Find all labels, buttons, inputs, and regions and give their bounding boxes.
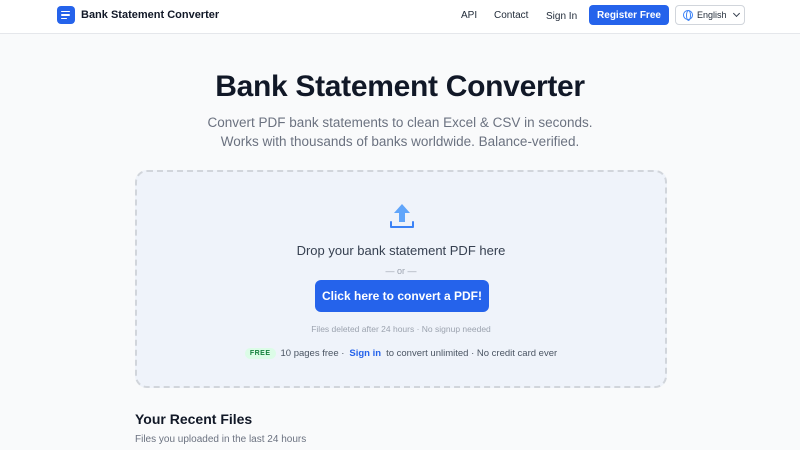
nav-link-sign-in[interactable]: Sign In — [546, 11, 577, 22]
dropzone-title: Drop your bank statement PDF here — [296, 243, 506, 258]
hero-subtitle: Convert PDF bank statements to clean Exc… — [0, 113, 800, 151]
register-free-button[interactable]: Register Free — [589, 5, 669, 25]
convert-pdf-button[interactable]: Click here to convert a PDF! — [315, 280, 489, 312]
globe-icon — [683, 10, 693, 21]
brand-link[interactable]: Bank Statement Converter — [57, 6, 219, 24]
dropzone-or-divider: — or — — [385, 266, 417, 276]
chevron-down-icon — [732, 9, 740, 18]
free-suffix-text: to convert unlimited · No credit card ev… — [386, 348, 558, 359]
document-lines-icon — [57, 6, 75, 24]
dropzone-note: Files deleted after 24 hours · No signup… — [311, 324, 491, 334]
brand-name: Bank Statement Converter — [81, 9, 220, 21]
free-badge: FREE — [244, 348, 276, 359]
page-title: Bank Statement Converter — [215, 70, 585, 103]
pdf-dropzone[interactable]: Drop your bank statement PDF here — or —… — [135, 170, 667, 388]
nav-link-api[interactable]: API — [461, 10, 477, 21]
top-navbar: Bank Statement Converter API Contact Sig… — [0, 0, 800, 34]
free-tier-info: FREE 10 pages free · Sign in to convert … — [137, 348, 665, 359]
free-pages-text: 10 pages free · — [280, 348, 345, 359]
language-select[interactable]: English — [675, 5, 745, 25]
hero-subtitle-line-1: Convert PDF bank statements to clean Exc… — [207, 115, 593, 130]
upload-arrow-icon — [390, 204, 414, 228]
recent-files-title: Your Recent Files — [135, 411, 253, 427]
nav-link-contact[interactable]: Contact — [494, 10, 528, 21]
recent-files-subtitle: Files you uploaded in the last 24 hours — [135, 434, 307, 445]
sign-in-link[interactable]: Sign in — [349, 348, 381, 359]
language-label: English — [697, 10, 727, 20]
hero-subtitle-line-2: Works with thousands of banks worldwide.… — [220, 134, 580, 149]
